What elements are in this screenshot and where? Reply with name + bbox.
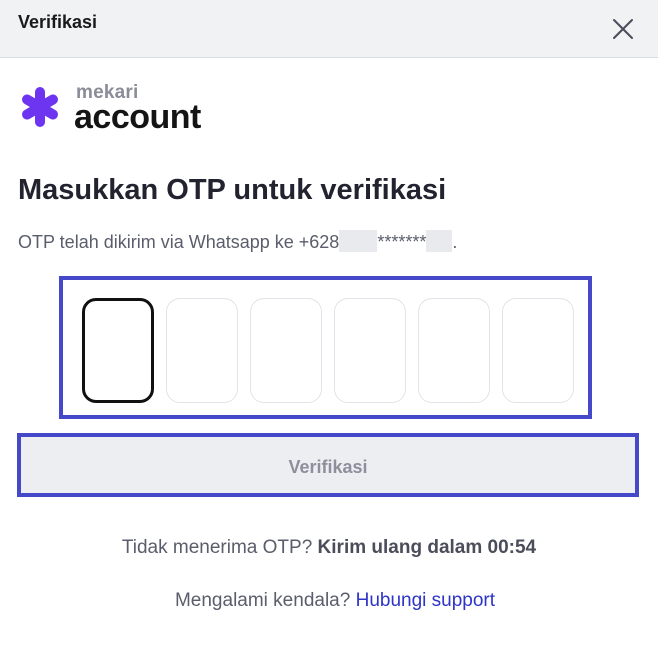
page-heading: Masukkan OTP untuk verifikasi — [18, 174, 447, 206]
otp-input-group — [59, 276, 592, 419]
mekari-star-icon — [22, 87, 58, 127]
resend-otp-line: Tidak menerima OTP? Kirim ulang dalam 00… — [0, 537, 658, 559]
verify-button[interactable]: Verifikasi — [17, 433, 639, 497]
masked-phone-segment — [426, 230, 453, 252]
close-icon — [613, 19, 633, 39]
otp-info-mask: ******* — [377, 232, 427, 252]
contact-support-link[interactable]: Hubungi support — [356, 590, 495, 611]
logo-product-text: account — [74, 98, 201, 136]
otp-digit-input-1[interactable] — [82, 298, 154, 403]
support-prompt: Mengalami kendala? — [174, 590, 356, 611]
resend-countdown: Kirim ulang dalam 00:54 — [317, 537, 537, 558]
otp-digit-input-5[interactable] — [418, 298, 490, 403]
otp-digit-input-4[interactable] — [334, 298, 406, 403]
masked-phone-segment — [339, 230, 378, 252]
otp-info-prefix: OTP telah dikirim via Whatsapp ke +628 — [18, 232, 340, 252]
otp-digit-input-6[interactable] — [502, 298, 574, 403]
resend-prompt: Tidak menerima OTP? — [121, 537, 318, 558]
verification-modal: Verifikasi mekari account Masukkan OTP u… — [0, 0, 658, 668]
otp-info-text: OTP telah dikirim via Whatsapp ke +628 **… — [18, 230, 457, 253]
modal-title: Verifikasi — [18, 12, 98, 32]
otp-info-suffix: . — [452, 232, 458, 252]
otp-digit-input-2[interactable] — [166, 298, 238, 403]
support-line: Mengalami kendala? Hubungi support — [0, 590, 658, 612]
mekari-account-logo: mekari account — [18, 82, 258, 138]
verify-button-label: Verifikasi — [288, 457, 368, 477]
modal-header: Verifikasi — [0, 0, 658, 58]
otp-digit-input-3[interactable] — [250, 298, 322, 403]
close-button[interactable] — [606, 12, 640, 46]
